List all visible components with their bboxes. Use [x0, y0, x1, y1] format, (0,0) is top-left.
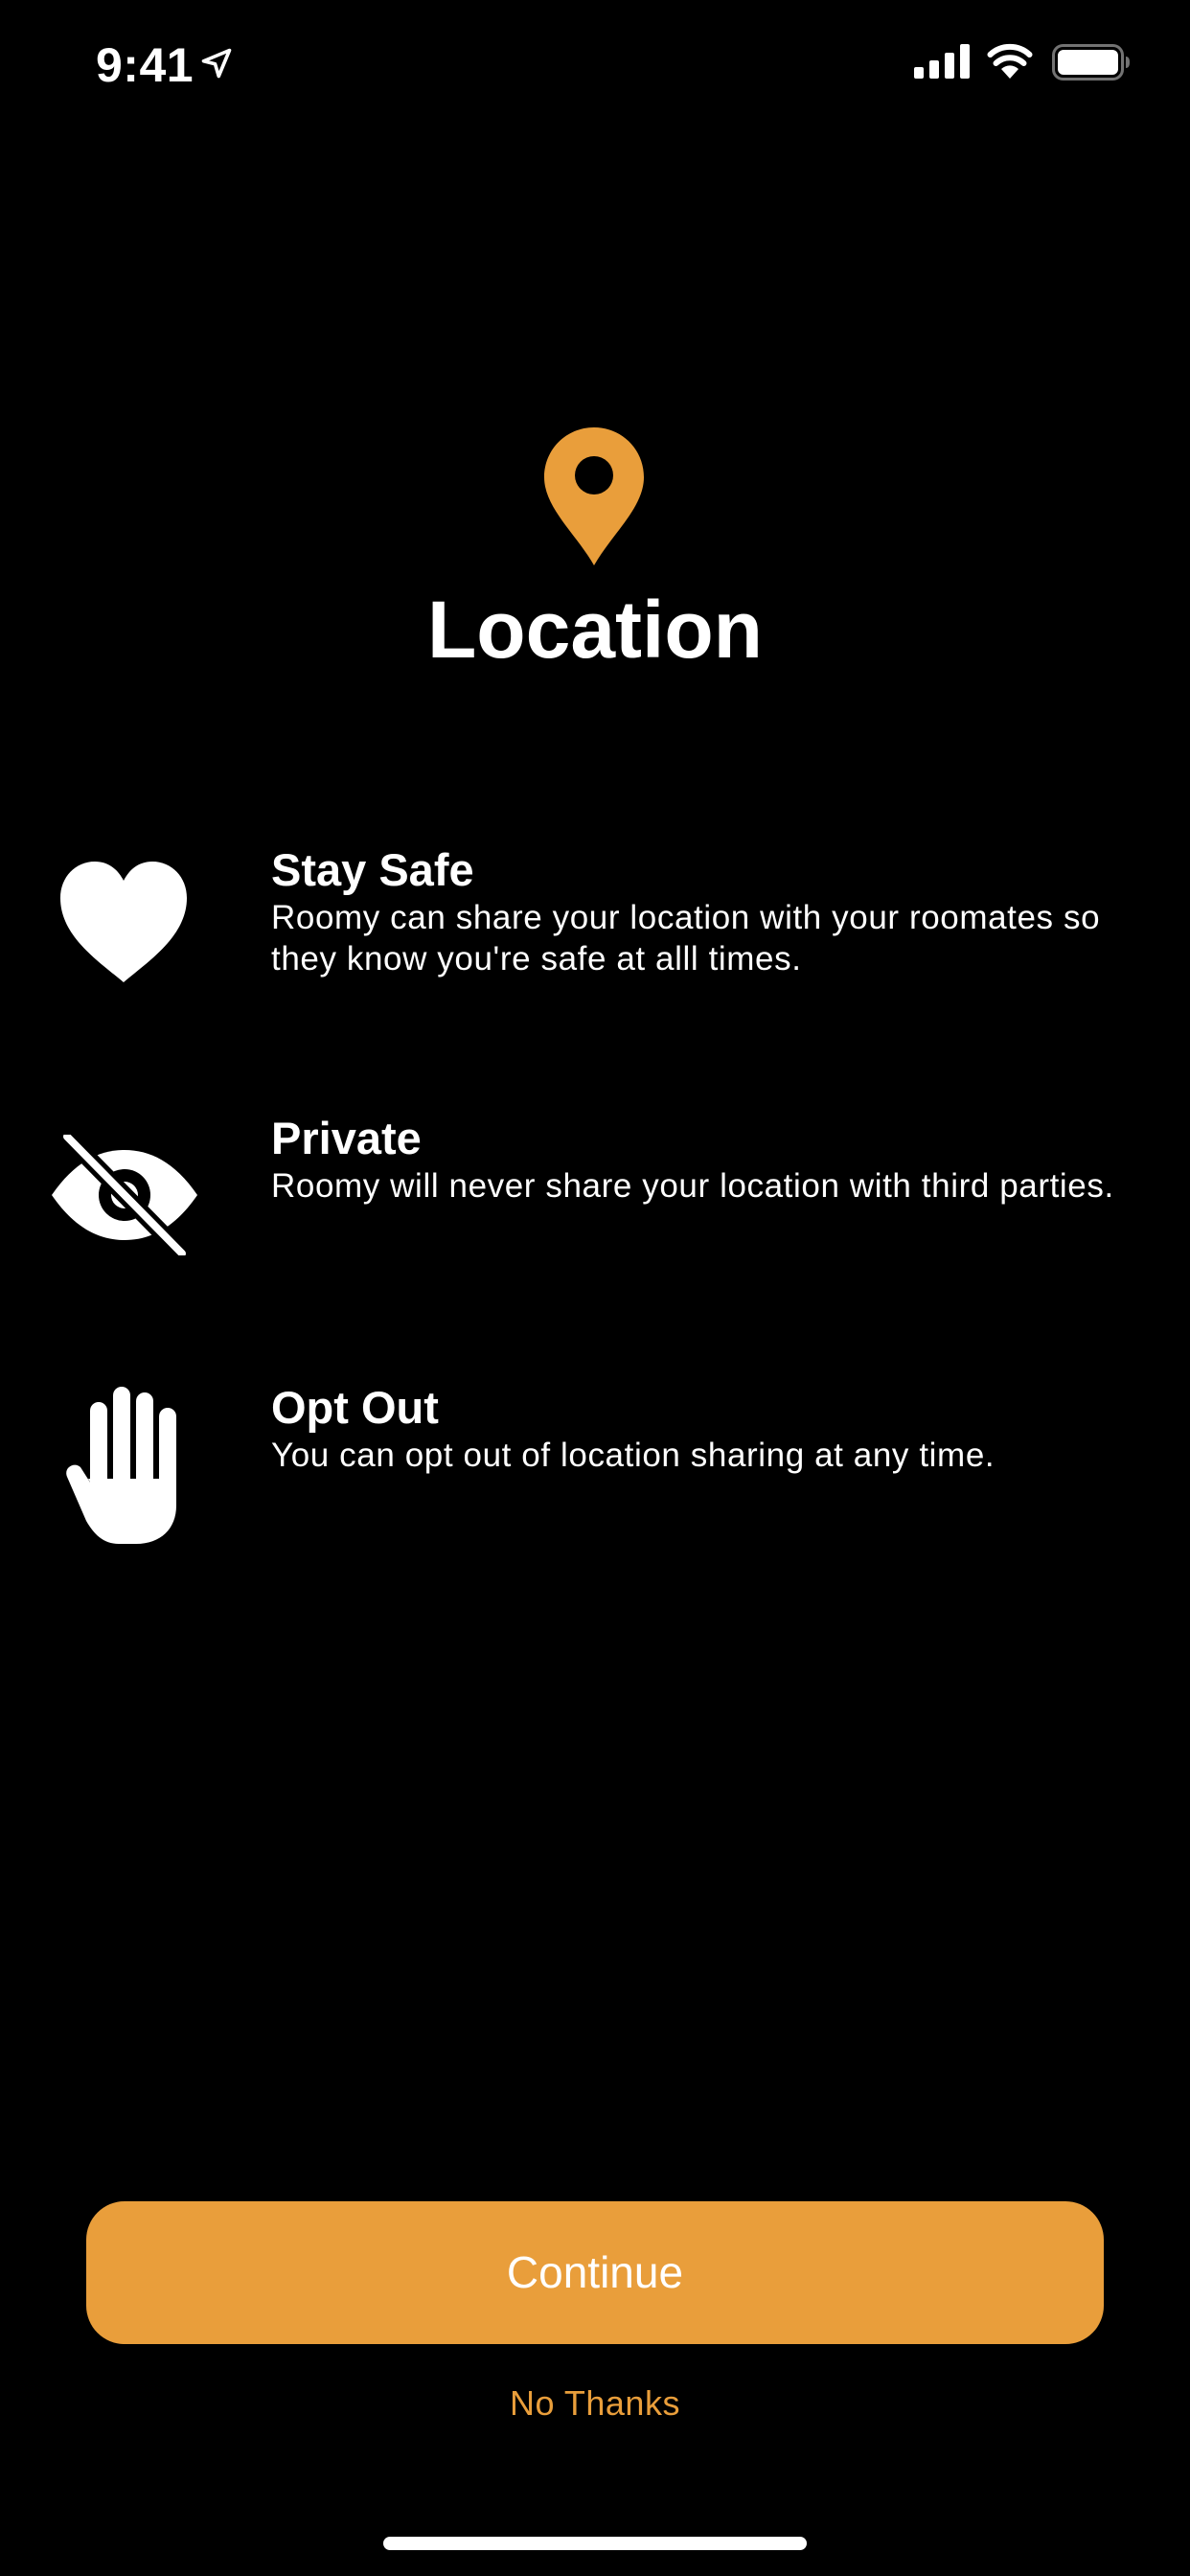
battery-icon	[1052, 44, 1130, 80]
status-time: 9:41	[96, 38, 195, 92]
eye-slash-icon	[52, 1135, 197, 1255]
feature-private: Private Roomy will never share your loca…	[0, 1112, 1190, 1265]
feature-opt-out: Opt Out You can opt out of location shar…	[0, 1381, 1190, 1553]
home-indicator[interactable]	[383, 2537, 807, 2550]
page-title: Location	[427, 585, 763, 675]
feature-title: Opt Out	[271, 1382, 439, 1433]
wifi-icon	[987, 43, 1033, 79]
location-arrow-icon	[201, 48, 232, 79]
continue-button[interactable]: Continue	[86, 2201, 1104, 2344]
no-thanks-button[interactable]: No Thanks	[0, 2379, 1190, 2428]
location-pin-icon	[544, 427, 644, 565]
feature-description: You can opt out of location sharing at a…	[271, 1437, 995, 1474]
feature-title: Stay Safe	[271, 844, 474, 895]
feature-title: Private	[271, 1113, 422, 1163]
raised-hand-icon	[66, 1387, 176, 1544]
status-bar: 9:41	[0, 0, 1190, 126]
feature-description: Roomy will never share your location wit…	[271, 1167, 1114, 1205]
signal-icon	[914, 44, 970, 79]
feature-stay-safe: Stay Safe Roomy can share your location …	[0, 843, 1190, 997]
feature-description: Roomy can share your location with your …	[271, 899, 1101, 978]
heart-icon	[60, 862, 187, 982]
